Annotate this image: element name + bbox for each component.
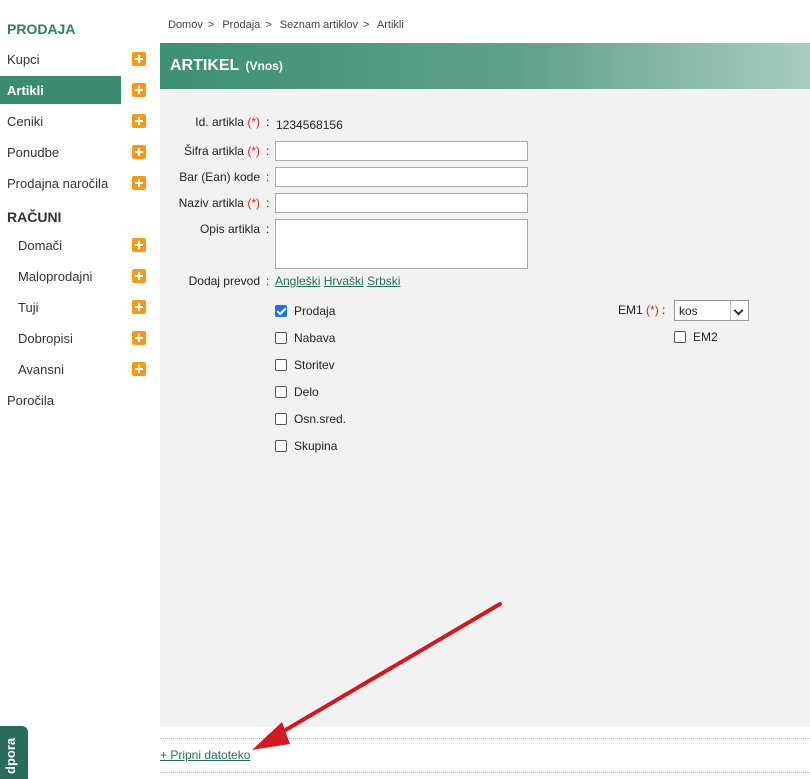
opis-textarea[interactable] bbox=[275, 219, 528, 269]
breadcrumb-separator: > bbox=[265, 19, 272, 31]
checkbox-box[interactable] bbox=[275, 332, 287, 344]
sidebar-item-maloprodajni[interactable]: Maloprodajni bbox=[0, 262, 150, 290]
sidebar-item-artikli[interactable]: Artikli bbox=[0, 76, 121, 104]
sidebar-item-ponudbe[interactable]: Ponudbe bbox=[0, 138, 150, 166]
checkbox-box[interactable] bbox=[275, 413, 287, 425]
required-mark: (*) bbox=[247, 144, 260, 158]
translation-link-hr[interactable]: Hrvaški bbox=[324, 274, 364, 288]
id-label: Id. artikla (*) bbox=[195, 115, 260, 129]
naziv-input[interactable] bbox=[275, 193, 528, 213]
sidebar: PRODAJA Kupci Artikli Ceniki Ponudbe Pro… bbox=[0, 0, 160, 779]
id-value: 1234568156 bbox=[276, 118, 343, 132]
divider bbox=[160, 738, 810, 739]
sidebar-item-ceniki[interactable]: Ceniki bbox=[0, 107, 150, 135]
checkbox-label: Nabava bbox=[294, 331, 336, 345]
sidebar-item-label: Poročila bbox=[7, 392, 54, 408]
breadcrumb-separator: > bbox=[207, 19, 215, 31]
checkbox-label: Prodaja bbox=[294, 304, 336, 318]
em1-label: EM1 (*) : bbox=[618, 303, 666, 317]
page-title-text: ARTIKEL bbox=[170, 57, 240, 74]
add-plus-icon[interactable] bbox=[132, 114, 146, 128]
em1-selected-value: kos bbox=[679, 304, 698, 318]
sidebar-item-kupci[interactable]: Kupci bbox=[0, 45, 150, 73]
breadcrumb-separator: > bbox=[363, 19, 370, 31]
sidebar-item-dobropisi[interactable]: Dobropisi bbox=[0, 324, 150, 352]
sifra-label: Šifra artikla (*) bbox=[183, 144, 260, 158]
add-plus-icon[interactable] bbox=[132, 362, 146, 376]
add-plus-icon[interactable] bbox=[132, 145, 146, 159]
checkbox-label: Osn.sred. bbox=[294, 412, 347, 426]
checkbox-box[interactable] bbox=[275, 359, 287, 371]
required-mark: (*) bbox=[247, 115, 260, 129]
breadcrumb: Domov > Prodaja > Seznam artiklov > Artikli bbox=[168, 19, 408, 31]
sidebar-item-prodajna-narocila[interactable]: Prodajna naročila bbox=[0, 169, 150, 197]
checkbox-box[interactable] bbox=[275, 386, 287, 398]
required-mark: (*) bbox=[247, 196, 260, 210]
checkbox-em2[interactable]: EM2 bbox=[674, 330, 718, 344]
checkbox-storitev[interactable]: Storitev bbox=[275, 358, 335, 372]
attach-file-link[interactable]: + Pripni datoteko bbox=[160, 748, 250, 762]
checkbox-label: Delo bbox=[294, 385, 319, 399]
checkbox-osn-sred[interactable]: Osn.sred. bbox=[275, 412, 346, 426]
ean-input[interactable] bbox=[275, 167, 528, 187]
chevron-down-icon[interactable] bbox=[730, 301, 748, 320]
checkbox-delo[interactable]: Delo bbox=[275, 385, 319, 399]
opis-label: Opis artikla bbox=[199, 222, 260, 236]
add-plus-icon[interactable] bbox=[132, 269, 146, 283]
page-subtitle: (Vnos) bbox=[245, 59, 283, 73]
breadcrumb-item[interactable]: Seznam artiklov bbox=[280, 19, 358, 31]
breadcrumb-item[interactable]: Domov bbox=[168, 19, 203, 31]
sidebar-item-porocila[interactable]: Poročila bbox=[0, 386, 150, 414]
checkbox-box[interactable] bbox=[275, 440, 287, 452]
translation-link-sr[interactable]: Srbski bbox=[367, 274, 400, 288]
add-plus-icon[interactable] bbox=[132, 176, 146, 190]
sidebar-item-label: Ceniki bbox=[7, 113, 44, 129]
page-header: ARTIKEL (Vnos) bbox=[160, 43, 810, 89]
support-tab-label: dpora bbox=[3, 737, 18, 774]
sidebar-item-label: Kupci bbox=[7, 51, 40, 67]
sidebar-item-label: Artikli bbox=[7, 82, 44, 98]
add-plus-icon[interactable] bbox=[132, 238, 146, 252]
translation-link-en[interactable]: Angleški bbox=[275, 274, 320, 288]
sidebar-item-label: Domači bbox=[18, 237, 63, 253]
checkbox-prodaja[interactable]: Prodaja bbox=[275, 304, 335, 318]
section-title-racuni: RAČUNI bbox=[7, 209, 62, 225]
sifra-input[interactable] bbox=[275, 141, 528, 161]
checkbox-label: Skupina bbox=[294, 439, 338, 453]
sidebar-item-label: Prodajna naročila bbox=[7, 175, 109, 191]
checkbox-nabava[interactable]: Nabava bbox=[275, 331, 335, 345]
checkbox-box[interactable] bbox=[674, 331, 686, 343]
em1-select[interactable]: kos bbox=[674, 300, 749, 321]
checkbox-label: EM2 bbox=[693, 330, 718, 344]
add-plus-icon[interactable] bbox=[132, 331, 146, 345]
divider bbox=[160, 772, 810, 773]
translation-links: Angleški Hrvaški Srbski bbox=[275, 274, 400, 288]
sidebar-item-label: Dobropisi bbox=[18, 330, 73, 346]
sidebar-item-domaci[interactable]: Domači bbox=[0, 231, 150, 259]
ean-label: Bar (Ean) kode bbox=[179, 170, 260, 184]
add-plus-icon[interactable] bbox=[132, 300, 146, 314]
sidebar-item-label: Maloprodajni bbox=[18, 268, 93, 284]
sidebar-item-label: Ponudbe bbox=[7, 144, 60, 160]
breadcrumb-item[interactable]: Prodaja bbox=[222, 19, 260, 31]
page-title: ARTIKEL (Vnos) bbox=[170, 57, 283, 75]
sidebar-item-avansni[interactable]: Avansni bbox=[0, 355, 150, 383]
breadcrumb-item: Artikli bbox=[376, 19, 404, 31]
sidebar-item-tuji[interactable]: Tuji bbox=[0, 293, 150, 321]
prevod-label: Dodaj prevod bbox=[188, 274, 260, 288]
checkbox-checked-icon[interactable] bbox=[275, 305, 287, 317]
section-title-prodaja: PRODAJA bbox=[7, 21, 76, 37]
support-tab[interactable]: dpora bbox=[0, 726, 28, 779]
sidebar-item-label: Tuji bbox=[18, 299, 39, 315]
checkbox-label: Storitev bbox=[294, 358, 335, 372]
sidebar-item-label: Avansni bbox=[18, 361, 65, 377]
add-plus-icon[interactable] bbox=[132, 52, 146, 66]
required-mark: (*) bbox=[646, 303, 659, 317]
naziv-label: Naziv artikla (*) bbox=[178, 196, 260, 210]
add-plus-icon[interactable] bbox=[132, 83, 146, 97]
checkbox-skupina[interactable]: Skupina bbox=[275, 439, 337, 453]
